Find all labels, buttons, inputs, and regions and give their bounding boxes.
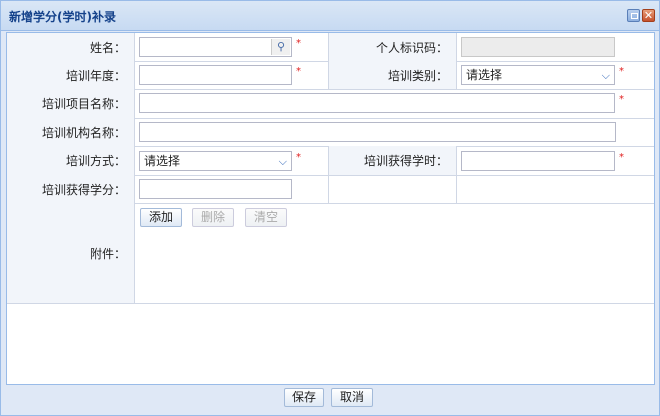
id-label: 个人标识码： [329, 33, 457, 61]
cancel-button[interactable]: 取消 [331, 388, 373, 407]
year-input[interactable] [139, 65, 292, 85]
hours-label: 培训获得学时： [329, 146, 457, 175]
required-mark: * [619, 152, 624, 163]
method-label: 培训方式： [7, 146, 135, 175]
attachment-area: 添加 删除 清空 [135, 203, 654, 303]
delete-attachment-button[interactable]: 删除 [192, 208, 234, 227]
form-row: 姓名： ⚲ * 个人标识码： [7, 33, 654, 62]
form-row: 附件： 添加 删除 清空 [7, 203, 654, 304]
form-row: 培训机构名称： [7, 118, 654, 147]
year-label: 培训年度： [7, 61, 135, 89]
form-row: 培训获得学分： [7, 175, 654, 204]
search-icon[interactable]: ⚲ [271, 39, 290, 55]
chevron-down-icon[interactable]: ⌵ [602, 67, 610, 85]
name-input[interactable]: ⚲ [139, 37, 292, 57]
required-mark: * [619, 94, 624, 105]
attachment-label: 附件： [7, 203, 135, 303]
org-name-input[interactable] [139, 122, 616, 142]
form-panel: 姓名： ⚲ * 个人标识码： 培训年度： * 培训类别： 请选择 ⌵ * 培训项… [6, 32, 655, 385]
method-select[interactable]: 请选择 ⌵ [139, 151, 292, 171]
required-mark: * [619, 66, 624, 77]
maximize-icon[interactable] [627, 9, 640, 22]
clear-attachment-button[interactable]: 清空 [245, 208, 287, 227]
name-label: 姓名： [7, 33, 135, 61]
title-bar[interactable]: 新增学分(学时)补录 ✕ [1, 1, 659, 31]
dialog-window: 新增学分(学时)补录 ✕ 姓名： ⚲ * 个人标识码： 培训年度： * 培训类别… [0, 0, 660, 416]
credits-input[interactable] [139, 179, 292, 199]
project-name-input[interactable] [139, 93, 615, 113]
chevron-down-icon[interactable]: ⌵ [279, 153, 287, 171]
type-label: 培训类别： [329, 61, 457, 89]
hours-input[interactable] [461, 151, 615, 171]
form-row: 培训年度： * 培训类别： 请选择 ⌵ * [7, 61, 654, 90]
credits-label: 培训获得学分： [7, 175, 135, 203]
close-icon[interactable]: ✕ [642, 9, 655, 22]
org-label: 培训机构名称： [7, 118, 135, 146]
required-mark: * [296, 38, 301, 49]
personal-id-field [461, 37, 615, 57]
project-label: 培训项目名称： [7, 89, 135, 118]
form-row: 培训方式： 请选择 ⌵ * 培训获得学时： * [7, 146, 654, 176]
required-mark: * [296, 66, 301, 77]
save-button[interactable]: 保存 [284, 388, 324, 407]
type-select-value: 请选择 [466, 68, 503, 82]
method-select-value: 请选择 [144, 154, 181, 168]
form-row: 培训项目名称： * [7, 89, 654, 119]
required-mark: * [296, 152, 301, 163]
dialog-title: 新增学分(学时)补录 [9, 10, 116, 24]
add-attachment-button[interactable]: 添加 [140, 208, 182, 227]
type-select[interactable]: 请选择 ⌵ [461, 65, 615, 85]
